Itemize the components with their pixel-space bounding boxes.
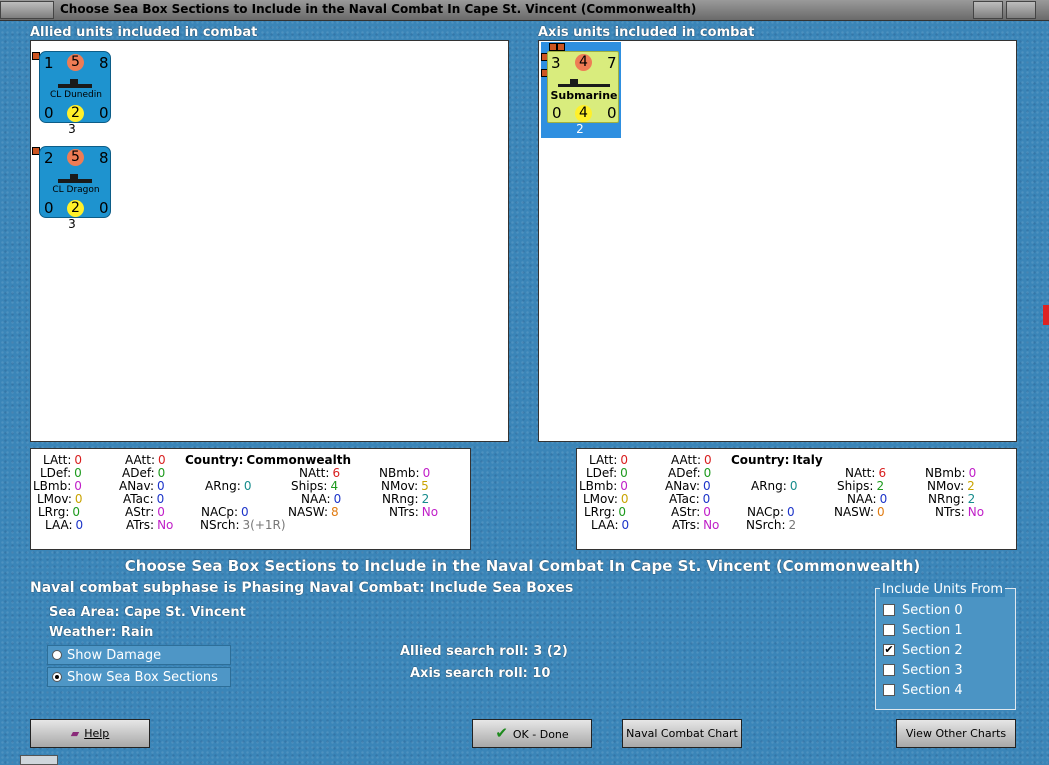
country-name: Italy <box>792 453 823 467</box>
checkbox-icon[interactable] <box>883 624 895 636</box>
section-0-checkbox[interactable]: Section 0 <box>880 602 1010 620</box>
sea-area-value: Cape St. Vincent <box>124 605 246 620</box>
counter-bottom-right: 0 <box>607 104 617 122</box>
restore-icon[interactable] <box>1006 1 1036 19</box>
window-menu-icon[interactable] <box>0 1 54 19</box>
checkmark-icon: ✔ <box>495 724 508 742</box>
minimize-icon[interactable] <box>973 1 1003 19</box>
checkbox-icon[interactable] <box>883 684 895 696</box>
window-title: Choose Sea Box Sections to Include in th… <box>60 2 697 16</box>
weather: Weather: Rain <box>49 625 154 640</box>
status-icon <box>20 755 58 765</box>
unit-counter-cl-dunedin[interactable]: 1 5 8 CL Dunedin 0 2 0 <box>39 51 111 123</box>
allied-units-header: Allied units included in combat <box>30 25 258 40</box>
counter-bottom-left: 0 <box>552 104 562 122</box>
counter-attack-circle: 5 <box>67 149 84 166</box>
unit-name: CL Dragon <box>52 185 100 195</box>
counter-attack-circle: 5 <box>67 54 84 71</box>
counter-bottom-left: 0 <box>44 199 54 217</box>
axis-search-roll: Axis search roll: 10 <box>410 666 551 681</box>
axis-units-pane[interactable]: 3 4 7 Submarine 0 4 0 2 <box>538 40 1017 442</box>
unit-section-number: 3 <box>68 217 76 231</box>
counter-attack-left: 1 <box>44 54 54 72</box>
title-bar[interactable]: Choose Sea Box Sections to Include in th… <box>0 0 1049 21</box>
ok-done-button[interactable]: ✔ OK - Done <box>472 719 592 748</box>
counter-bottom-right: 0 <box>99 104 109 122</box>
cruiser-icon <box>58 174 92 183</box>
section-2-checkbox[interactable]: ✔ Section 2 <box>880 642 1010 660</box>
checkmark-icon[interactable]: ✔ <box>883 644 895 656</box>
counter-bottom-left: 0 <box>44 104 54 122</box>
unit-marker-icon <box>557 43 565 51</box>
counter-defense-circle: 2 <box>67 200 84 217</box>
counter-attack-right: 7 <box>607 54 617 72</box>
counter-defense-circle: 4 <box>575 105 592 122</box>
counter-attack-left: 3 <box>551 54 561 72</box>
unit-section-number: 2 <box>576 122 584 136</box>
unit-name: Submarine <box>550 89 618 102</box>
side-marker <box>1043 305 1049 325</box>
help-button[interactable]: ▰ Help <box>30 719 150 748</box>
sea-area: Sea Area: Cape St. Vincent <box>49 605 246 620</box>
section-1-checkbox[interactable]: Section 1 <box>880 622 1010 640</box>
subphase-text: Naval combat subphase is Phasing Naval C… <box>30 580 574 596</box>
unit-marker-icon <box>549 43 557 51</box>
cruiser-icon <box>58 79 92 88</box>
show-sea-box-sections-option[interactable]: Show Sea Box Sections <box>47 667 231 687</box>
show-damage-option[interactable]: Show Damage <box>47 645 231 665</box>
submarine-icon <box>558 79 610 87</box>
dialog-heading: Choose Sea Box Sections to Include in th… <box>124 557 921 575</box>
allied-units-pane[interactable]: 1 5 8 CL Dunedin 0 2 0 3 2 5 8 CL Dragon… <box>30 40 509 442</box>
radio-selected-icon[interactable] <box>52 672 62 682</box>
counter-attack-circle: 4 <box>575 54 592 71</box>
counter-defense-circle: 2 <box>67 105 84 122</box>
unit-section-number: 3 <box>68 122 76 136</box>
counter-attack-right: 8 <box>99 149 109 167</box>
counter-bottom-right: 0 <box>99 199 109 217</box>
allied-search-roll: Allied search roll: 3 (2) <box>400 644 568 659</box>
unit-counter-cl-dragon[interactable]: 2 5 8 CL Dragon 0 2 0 <box>39 146 111 218</box>
section-3-checkbox[interactable]: Section 3 <box>880 662 1010 680</box>
allied-stats-panel: LAtt: 0 LDef: 0 LBmb: 0 LMov: 0 LRrg: 0 LAA: 0… <box>30 448 471 550</box>
axis-stats-panel: LAtt: 0 LDef: 0 LBmb: 0 LMov: 0 LRrg: 0 LAA: 0… <box>576 448 1017 550</box>
naval-combat-dialog: Choose Sea Box Sections to Include in th… <box>0 0 1049 765</box>
naval-combat-chart-button[interactable]: Naval Combat Chart <box>622 719 742 748</box>
checkbox-icon[interactable] <box>883 664 895 676</box>
unit-counter-submarine[interactable]: 3 4 7 Submarine 0 4 0 <box>547 51 619 123</box>
country-name: Commonwealth <box>246 453 351 467</box>
counter-attack-right: 8 <box>99 54 109 72</box>
include-units-title: Include Units From <box>880 582 1006 597</box>
axis-units-header: Axis units included in combat <box>538 25 755 40</box>
view-other-charts-button[interactable]: View Other Charts <box>896 719 1016 748</box>
book-icon: ▰ <box>70 727 80 740</box>
unit-name: CL Dunedin <box>50 90 102 100</box>
checkbox-icon[interactable] <box>883 604 895 616</box>
weather-value: Rain <box>120 625 154 640</box>
radio-icon[interactable] <box>52 650 62 660</box>
section-4-checkbox[interactable]: Section 4 <box>880 682 1010 700</box>
counter-attack-left: 2 <box>44 149 54 167</box>
